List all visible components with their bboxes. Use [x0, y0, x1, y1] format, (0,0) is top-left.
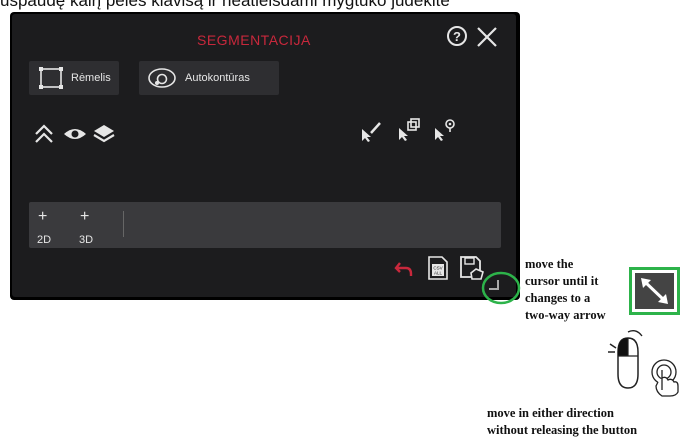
autocontour-icon: [148, 68, 176, 88]
copy-cursor-icon[interactable]: [396, 118, 422, 144]
undo-icon[interactable]: [394, 260, 414, 278]
brush-cursor-icon[interactable]: [359, 119, 383, 143]
autocontour-mode-label: Autokontūras: [185, 72, 250, 84]
cursor-hint-line-1: move the: [525, 257, 574, 271]
help-icon[interactable]: ?: [447, 26, 467, 46]
two-way-arrow-icon: [641, 278, 668, 304]
csv-all-icon[interactable]: CSV ALL: [427, 255, 449, 281]
autocontour-mode-button[interactable]: Autokontūras: [139, 61, 279, 95]
mouse-hand-icon: [608, 330, 679, 397]
drag-hint-line-1: move in either direction: [487, 406, 614, 420]
add-3d-plus: +: [80, 208, 90, 225]
pin-cursor-icon[interactable]: [432, 118, 458, 144]
drag-hint-text: move in either direction without releasi…: [487, 405, 637, 439]
drag-hint-line-2: without releasing the button: [487, 423, 638, 437]
collapse-up-icon[interactable]: [32, 122, 56, 146]
segmentation-panel: SEGMENTACIJA ? Rėmelis Autokontūras + 2D…: [12, 14, 516, 297]
add-bar-divider: [123, 211, 124, 237]
frame-icon: [39, 67, 63, 89]
add-3d-label: 3D: [79, 234, 94, 247]
svg-text:ALL: ALL: [434, 271, 443, 276]
two-way-arrow-bg: [635, 273, 674, 309]
two-way-arrow-box: [629, 267, 680, 315]
cursor-hint-line-3: changes to a: [525, 291, 591, 305]
cursor-hint-line-2: cursor until it: [525, 274, 599, 288]
panel-title: SEGMENTACIJA: [197, 32, 311, 48]
instruction-text-top: uspaudę kairį pelės klavišą ir neatleisd…: [0, 0, 450, 10]
highlight-circle: [481, 271, 521, 305]
add-2d-button[interactable]: + 2D: [37, 208, 52, 247]
close-icon[interactable]: [474, 24, 500, 50]
add-2d-label: 2D: [37, 234, 52, 247]
frame-mode-label: Rėmelis: [71, 72, 111, 84]
layers-icon[interactable]: [92, 122, 116, 146]
cursor-hint-line-4: two-way arrow: [525, 308, 606, 322]
add-2d-plus: +: [38, 208, 48, 225]
frame-mode-button[interactable]: Rėmelis: [29, 61, 119, 95]
eye-icon[interactable]: [62, 124, 88, 144]
cursor-hint-text: move the cursor until it changes to a tw…: [525, 256, 606, 324]
add-3d-button[interactable]: + 3D: [79, 208, 94, 247]
add-object-bar: + 2D + 3D: [29, 202, 501, 248]
